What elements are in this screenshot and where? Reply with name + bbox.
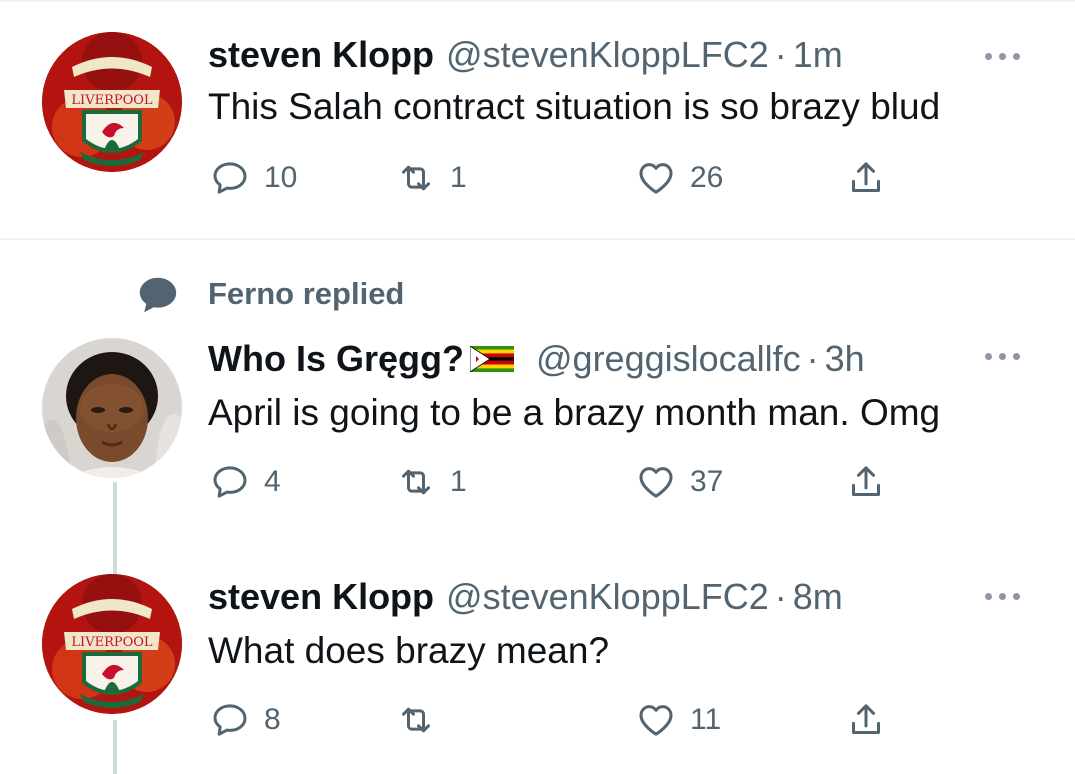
- thread-line: [113, 720, 117, 774]
- timestamp[interactable]: 3h: [825, 338, 865, 380]
- more-options-icon[interactable]: [985, 348, 1027, 364]
- reply-icon: [210, 462, 250, 502]
- like-button[interactable]: 11: [636, 700, 721, 740]
- person-photo: [42, 338, 182, 478]
- retweet-icon: [396, 158, 436, 198]
- share-button[interactable]: [846, 462, 886, 502]
- like-icon: [636, 700, 676, 740]
- like-count: 26: [690, 161, 724, 194]
- display-name[interactable]: steven Klopp: [208, 34, 434, 76]
- like-button[interactable]: 37: [636, 462, 723, 502]
- tweet-actions: 10 1 26: [208, 158, 908, 204]
- reply-button[interactable]: 4: [210, 462, 281, 502]
- share-icon: [846, 462, 886, 502]
- reply-button[interactable]: 8: [210, 700, 281, 740]
- zimbabwe-flag-icon: [470, 346, 514, 372]
- like-icon: [636, 462, 676, 502]
- retweet-button[interactable]: 1: [396, 462, 467, 502]
- display-name[interactable]: steven Klopp: [208, 576, 434, 618]
- like-count: 11: [690, 703, 722, 736]
- retweet-button[interactable]: 1: [396, 158, 467, 198]
- replied-banner: Ferno replied: [135, 272, 404, 318]
- tweet-thread: steven Klopp @stevenKloppLFC2 · 1m This …: [0, 0, 1075, 774]
- separator: ·: [774, 576, 787, 617]
- like-icon: [636, 158, 676, 198]
- share-button[interactable]: [846, 700, 886, 740]
- top-divider: [0, 0, 1075, 2]
- tweet-header: Who Is Gręgg? @greggislocallfc · 3h: [208, 338, 865, 380]
- avatar[interactable]: [42, 574, 182, 714]
- reply-count: 4: [264, 465, 281, 498]
- reply-icon: [210, 158, 250, 198]
- reply-count: 10: [264, 161, 298, 194]
- tweet-text: April is going to be a brazy month man. …: [208, 392, 941, 433]
- avatar[interactable]: [42, 338, 182, 478]
- timestamp[interactable]: 1m: [793, 34, 843, 76]
- like-button[interactable]: 26: [636, 158, 723, 198]
- avatar[interactable]: [42, 32, 182, 172]
- speech-bubble-icon: [139, 277, 177, 313]
- more-options-icon[interactable]: [985, 48, 1027, 64]
- reply-count: 8: [264, 703, 281, 736]
- retweet-count: 1: [450, 465, 467, 498]
- tweet-actions: 8 11: [208, 700, 908, 746]
- tweet-header: steven Klopp @stevenKloppLFC2 · 8m: [208, 576, 843, 618]
- replied-label[interactable]: Ferno replied: [208, 276, 404, 312]
- tweet-actions: 4 1 37: [208, 462, 908, 508]
- share-icon: [846, 158, 886, 198]
- reply-icon: [210, 700, 250, 740]
- tweet-divider: [0, 238, 1075, 240]
- separator: ·: [774, 34, 787, 75]
- like-count: 37: [690, 465, 724, 498]
- liverpool-crest-image: [42, 32, 182, 172]
- liverpool-crest-image: [42, 574, 182, 714]
- tweet-text: What does brazy mean?: [208, 630, 610, 671]
- more-options-icon[interactable]: [985, 588, 1027, 604]
- share-button[interactable]: [846, 158, 886, 198]
- handle[interactable]: @stevenKloppLFC2: [446, 576, 769, 618]
- retweet-icon: [396, 462, 436, 502]
- share-icon: [846, 700, 886, 740]
- separator: ·: [806, 338, 819, 379]
- timestamp[interactable]: 8m: [793, 576, 843, 618]
- reply-button[interactable]: 10: [210, 158, 297, 198]
- tweet-text: This Salah contract situation is so braz…: [208, 86, 941, 127]
- handle[interactable]: @greggislocallfc: [536, 338, 801, 380]
- retweet-button[interactable]: [396, 700, 450, 740]
- handle[interactable]: @stevenKloppLFC2: [446, 34, 769, 76]
- tweet-header: steven Klopp @stevenKloppLFC2 · 1m: [208, 34, 843, 76]
- retweet-count: 1: [450, 161, 467, 194]
- retweet-icon: [396, 700, 436, 740]
- display-name[interactable]: Who Is Gręgg?: [208, 338, 464, 380]
